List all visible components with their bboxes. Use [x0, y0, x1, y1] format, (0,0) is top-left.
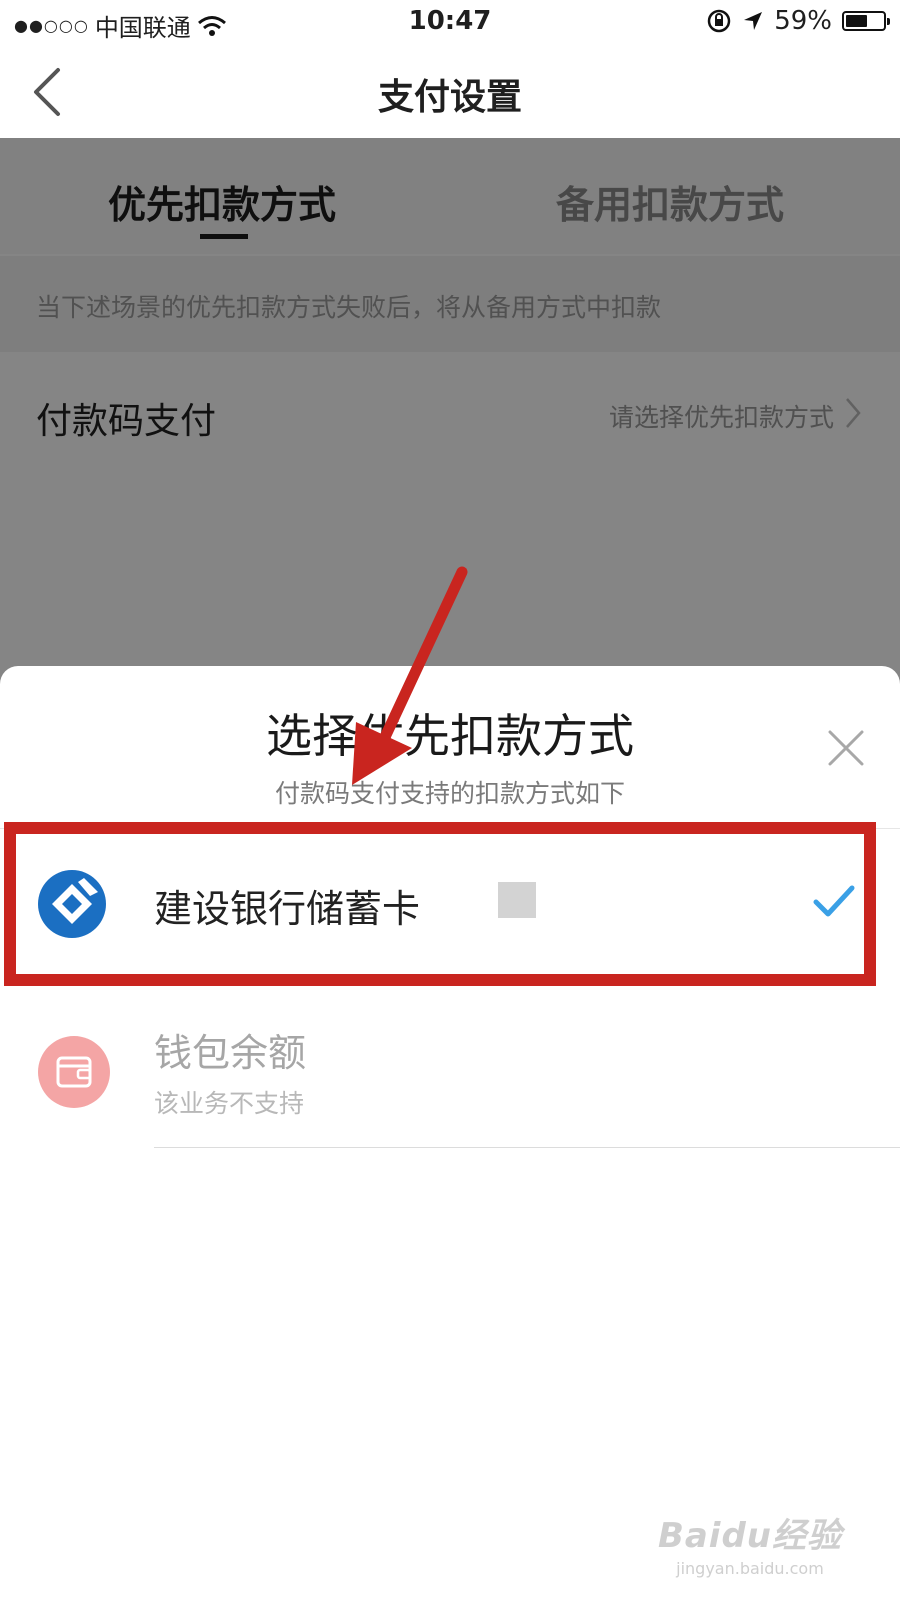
- location-arrow-icon: [744, 12, 763, 30]
- close-icon: [828, 730, 864, 766]
- battery-percent: 59%: [774, 6, 832, 36]
- watermark-url: jingyan.baidu.com: [676, 1559, 824, 1578]
- nav-bar: 支付设置: [0, 46, 900, 138]
- page-title: 支付设置: [377, 77, 522, 118]
- baidu-watermark: Baidu经验 jingyan.baidu.com: [658, 1508, 842, 1578]
- annotation-highlight-box: [4, 822, 876, 986]
- option-wallet-balance: 钱包余额 该业务不支持: [0, 998, 900, 1148]
- status-right: 59%: [706, 6, 890, 36]
- wallet-icon: [38, 1036, 110, 1108]
- sheet-subtitle: 付款码支付支持的扣款方式如下: [274, 779, 625, 808]
- orientation-lock-icon: [707, 9, 731, 33]
- close-button[interactable]: [826, 728, 866, 768]
- sheet-title: 选择优先扣款方式: [266, 709, 634, 763]
- status-bar: ●●○○○ 中国联通 10:47 59%: [0, 0, 900, 46]
- option-name: 钱包余额: [154, 1031, 307, 1075]
- battery-icon: [842, 11, 890, 31]
- payment-method-sheet: 选择优先扣款方式 付款码支付支持的扣款方式如下 建设银行储蓄卡 钱包余额 该业务…: [0, 666, 900, 1600]
- watermark-logo: Baidu经验: [657, 1516, 842, 1556]
- option-unsupported-note: 该业务不支持: [154, 1089, 305, 1118]
